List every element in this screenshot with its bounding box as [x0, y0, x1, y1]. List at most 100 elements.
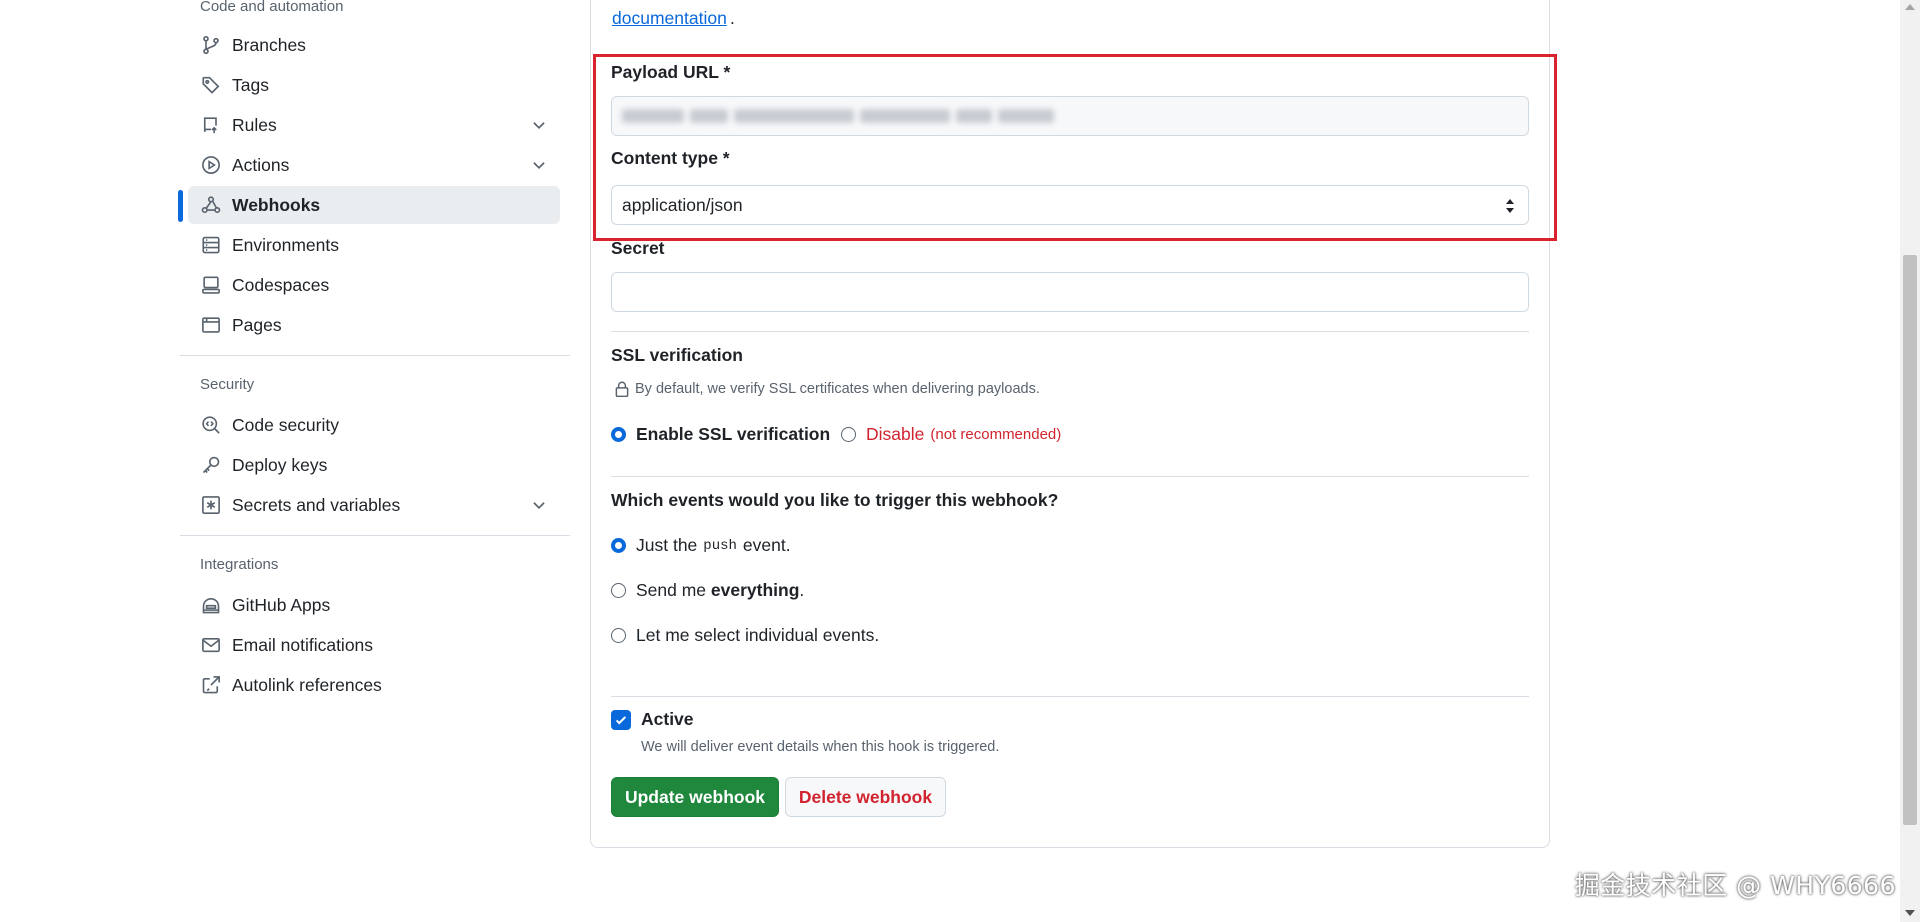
git-branch-icon: [200, 34, 222, 56]
form-divider: [611, 696, 1529, 697]
sidebar-item-codespaces[interactable]: Codespaces: [188, 266, 560, 304]
sidebar-item-rules[interactable]: Rules: [188, 106, 560, 144]
browser-icon: [200, 314, 222, 336]
webhook-icon: [200, 194, 222, 216]
form-divider: [611, 476, 1529, 477]
ssl-enable-option[interactable]: Enable SSL verification: [611, 424, 830, 445]
chevron-down-icon[interactable]: [530, 156, 548, 174]
sidebar-item-label: Tags: [232, 74, 269, 95]
event-everything-radio[interactable]: [611, 583, 626, 598]
ssl-note: By default, we verify SSL certificates w…: [613, 380, 1040, 398]
sidebar-item-label: Webhooks: [232, 194, 321, 215]
page-scrollbar[interactable]: [1900, 0, 1920, 922]
ssl-heading: SSL verification: [611, 345, 743, 365]
sidebar-item-email-notifications[interactable]: Email notifications: [188, 626, 560, 664]
secret-label: Secret: [611, 238, 665, 258]
scroll-up-arrow-icon[interactable]: [1905, 4, 1915, 10]
repo-push-icon: [200, 114, 222, 136]
asterisk-icon: [200, 494, 222, 516]
event-option-push[interactable]: Just the push event.: [611, 535, 791, 556]
check-icon: [615, 716, 627, 725]
events-heading: Which events would you like to trigger t…: [611, 490, 1059, 510]
payload-url-label: Payload URL *: [611, 62, 731, 82]
tag-icon: [200, 74, 222, 96]
form-divider: [611, 331, 1529, 332]
sidebar-item-code-security[interactable]: Code security: [188, 406, 560, 444]
ssl-enable-label: Enable SSL verification: [636, 424, 831, 444]
sidebar-item-branches[interactable]: Branches: [188, 26, 560, 64]
key-icon: [200, 454, 222, 476]
sidebar-item-label: Pages: [232, 314, 282, 335]
section-heading-code-automation: Code and automation: [200, 0, 344, 15]
sidebar-divider: [180, 535, 570, 536]
sidebar-item-label: Actions: [232, 154, 290, 175]
select-arrows-icon: [1506, 199, 1514, 213]
documentation-link-suffix: .: [730, 8, 735, 28]
mail-icon: [200, 634, 222, 656]
event-individual-label: Let me select individual events.: [636, 625, 880, 645]
server-icon: [200, 234, 222, 256]
ssl-disable-option[interactable]: Disable (not recommended): [841, 424, 1061, 445]
ssl-enable-radio[interactable]: [611, 427, 626, 442]
sidebar-item-autolink-references[interactable]: Autolink references: [188, 666, 560, 704]
sidebar-item-label: Autolink references: [232, 674, 382, 695]
lock-icon: [615, 381, 629, 398]
scrollbar-thumb[interactable]: [1903, 255, 1917, 825]
active-note: We will deliver event details when this …: [641, 739, 1000, 755]
sidebar-item-label: Branches: [232, 34, 306, 55]
documentation-link[interactable]: documentation: [612, 8, 727, 29]
ssl-disable-label: Disable: [866, 424, 925, 444]
event-push-prefix: Just the: [636, 535, 698, 555]
sidebar-item-webhooks[interactable]: Webhooks: [188, 186, 560, 224]
sidebar-divider: [180, 355, 570, 356]
sidebar-item-label: Code security: [232, 414, 339, 435]
event-everything-suffix: .: [799, 580, 805, 600]
play-icon: [200, 154, 222, 176]
sidebar-item-secrets-variables[interactable]: Secrets and variables: [188, 486, 560, 524]
ssl-disable-note: (not recommended): [930, 426, 1062, 443]
sidebar-item-label: Codespaces: [232, 274, 330, 295]
chevron-down-icon[interactable]: [530, 116, 548, 134]
scroll-down-arrow-icon[interactable]: [1905, 910, 1915, 916]
event-push-code: push: [703, 537, 737, 554]
content-type-value: application/json: [622, 194, 743, 215]
webhook-form-panel: documentation . Payload URL * Content ty…: [590, 0, 1550, 848]
event-individual-radio[interactable]: [611, 628, 626, 643]
sidebar-item-label: Deploy keys: [232, 454, 328, 475]
sidebar-item-tags[interactable]: Tags: [188, 66, 560, 104]
sidebar-item-label: GitHub Apps: [232, 594, 331, 615]
ssl-disable-radio[interactable]: [841, 427, 856, 442]
chevron-down-icon[interactable]: [530, 496, 548, 514]
delete-webhook-button[interactable]: Delete webhook: [785, 777, 946, 817]
update-webhook-button[interactable]: Update webhook: [611, 777, 779, 817]
sidebar-item-actions[interactable]: Actions: [188, 146, 560, 184]
sidebar-item-label: Rules: [232, 114, 277, 135]
event-push-suffix: event.: [742, 535, 791, 555]
section-heading-security: Security: [200, 376, 255, 393]
cross-reference-icon: [200, 674, 222, 696]
sidebar-item-label: Secrets and variables: [232, 494, 401, 515]
event-push-radio[interactable]: [611, 538, 626, 553]
codespaces-icon: [200, 274, 222, 296]
sidebar-item-label: Email notifications: [232, 634, 374, 655]
redacted-url: [622, 109, 1054, 123]
active-indicator: [178, 190, 183, 222]
active-checkbox[interactable]: [611, 710, 631, 730]
payload-url-input[interactable]: [611, 96, 1529, 136]
ssl-note-text: By default, we verify SSL certificates w…: [635, 381, 1040, 397]
content-type-select[interactable]: application/json: [611, 185, 1529, 225]
event-option-everything[interactable]: Send me everything.: [611, 580, 804, 601]
sidebar-item-deploy-keys[interactable]: Deploy keys: [188, 446, 560, 484]
section-heading-integrations: Integrations: [200, 556, 279, 573]
sidebar-item-label: Environments: [232, 234, 339, 255]
sidebar-item-environments[interactable]: Environments: [188, 226, 560, 264]
event-option-individual[interactable]: Let me select individual events.: [611, 625, 879, 646]
hubot-icon: [200, 594, 222, 616]
codescan-icon: [200, 414, 222, 436]
sidebar-item-github-apps[interactable]: GitHub Apps: [188, 586, 560, 624]
watermark: 掘金技术社区 @ WHY6666: [1574, 871, 1896, 900]
sidebar-item-pages[interactable]: Pages: [188, 306, 560, 344]
content-type-label: Content type *: [611, 148, 730, 168]
secret-input[interactable]: [611, 272, 1529, 312]
active-label: Active: [641, 709, 694, 729]
